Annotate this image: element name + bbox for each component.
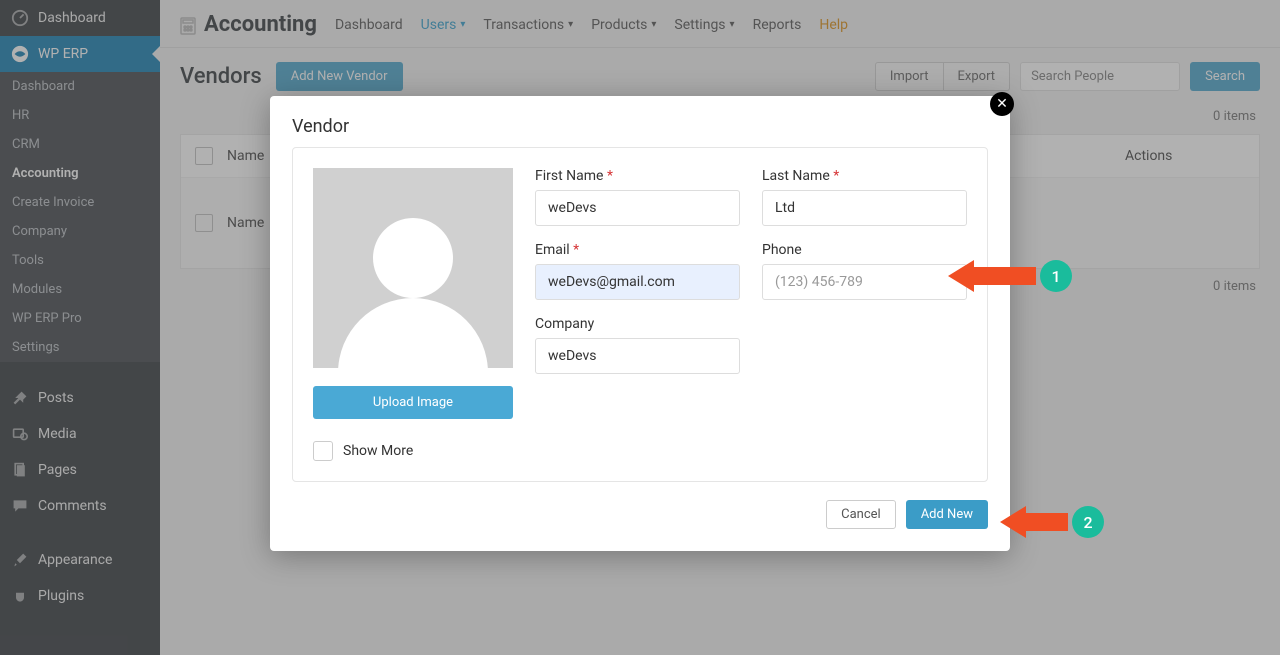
company-input[interactable] — [535, 338, 740, 374]
phone-field: Phone — [762, 242, 967, 300]
company-label: Company — [535, 316, 740, 332]
add-new-button[interactable]: Add New — [906, 500, 988, 529]
show-more-checkbox[interactable] — [313, 441, 333, 461]
show-more-label: Show More — [343, 443, 413, 459]
phone-label: Phone — [762, 242, 967, 258]
company-field: Company — [535, 316, 740, 374]
last-name-label: Last Name * — [762, 168, 967, 184]
last-name-field: Last Name * — [762, 168, 967, 226]
show-more-row: Show More — [313, 441, 513, 461]
modal-title: Vendor — [270, 96, 1010, 147]
cancel-button[interactable]: Cancel — [826, 500, 896, 529]
close-icon: ✕ — [996, 96, 1008, 112]
vendor-modal: ✕ Vendor Upload Image Show More First Na… — [270, 96, 1010, 551]
first-name-field: First Name * — [535, 168, 740, 226]
first-name-input[interactable] — [535, 190, 740, 226]
phone-input[interactable] — [762, 264, 967, 300]
email-field: Email * — [535, 242, 740, 300]
last-name-input[interactable] — [762, 190, 967, 226]
email-input[interactable] — [535, 264, 740, 300]
first-name-label: First Name * — [535, 168, 740, 184]
email-label: Email * — [535, 242, 740, 258]
avatar-placeholder — [313, 168, 513, 368]
upload-image-button[interactable]: Upload Image — [313, 386, 513, 419]
close-button[interactable]: ✕ — [990, 92, 1014, 116]
